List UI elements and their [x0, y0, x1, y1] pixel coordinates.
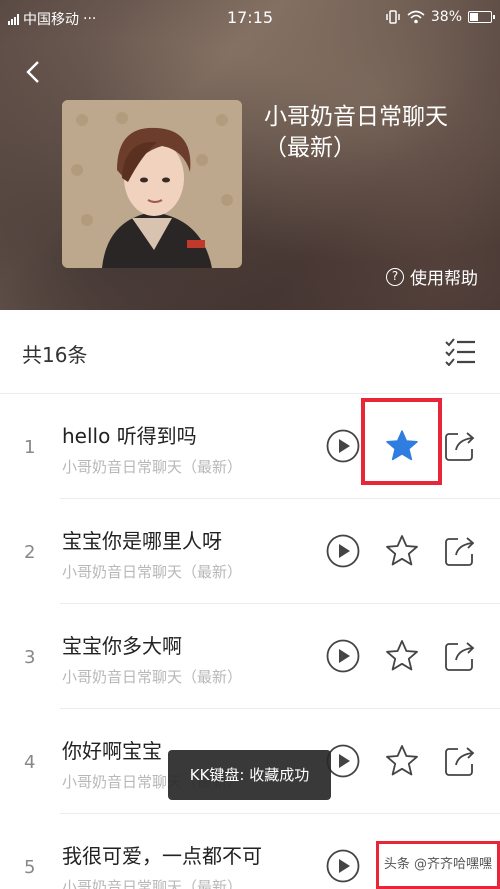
track-subtitle: 小哥奶音日常聊天（最新） [62, 563, 243, 581]
help-link[interactable]: ? 使用帮助 [386, 264, 478, 289]
share-icon[interactable] [442, 428, 478, 464]
album-cover [62, 100, 242, 268]
list-toolbar: 共16条 [0, 310, 500, 394]
track-count: 共16条 [22, 343, 88, 367]
track-number: 1 [24, 437, 36, 458]
share-icon[interactable] [442, 638, 478, 674]
track-subtitle: 小哥奶音日常聊天（最新） [62, 668, 243, 686]
track-subtitle: 小哥奶音日常聊天（最新） [62, 878, 243, 889]
status-right: 38% [385, 9, 495, 25]
track-title: hello 听得到吗 [62, 424, 197, 448]
track-number: 3 [24, 647, 36, 668]
watermark: 头条 @齐齐哈嘿嘿 [376, 841, 500, 889]
battery-icon [468, 11, 495, 23]
favorite-star-icon[interactable] [384, 638, 420, 674]
share-icon[interactable] [442, 533, 478, 569]
share-icon[interactable] [442, 743, 478, 779]
track-number: 2 [24, 542, 36, 563]
favorite-star-icon[interactable] [384, 743, 420, 779]
multi-select-list-icon[interactable] [444, 338, 476, 366]
play-button[interactable] [325, 848, 361, 884]
play-button[interactable] [325, 638, 361, 674]
album-title: 小哥奶音日常聊天（最新） [264, 104, 448, 161]
favorite-star-icon[interactable] [384, 533, 420, 569]
vibrate-icon [386, 10, 400, 24]
track-title: 宝宝你多大啊 [62, 634, 182, 658]
track-row[interactable]: 1 hello 听得到吗 小哥奶音日常聊天（最新） [0, 394, 500, 499]
back-button[interactable] [20, 58, 48, 86]
question-circle-icon: ? [386, 267, 404, 286]
track-row[interactable]: 2 宝宝你是哪里人呀 小哥奶音日常聊天（最新） [0, 499, 500, 604]
track-subtitle: 小哥奶音日常聊天（最新） [62, 458, 243, 476]
toast-message: KK键盘: 收藏成功 [168, 750, 331, 800]
track-title: 我很可爱，一点都不可 [62, 844, 262, 868]
track-row[interactable]: 3 宝宝你多大啊 小哥奶音日常聊天（最新） [0, 604, 500, 709]
status-bar: 中国移动 ··· 17:15 38% [0, 0, 500, 36]
track-title: 你好啊宝宝 [62, 739, 162, 763]
track-number: 5 [24, 857, 36, 878]
track-title: 宝宝你是哪里人呀 [62, 529, 222, 553]
favorite-star-filled-icon[interactable] [384, 428, 420, 464]
track-list: 1 hello 听得到吗 小哥奶音日常聊天（最新） 2 宝宝你是哪里人呀 小哥奶… [0, 394, 500, 889]
play-button[interactable] [325, 533, 361, 569]
help-label: 使用帮助 [410, 269, 478, 289]
battery-percent: 38% [430, 9, 462, 25]
play-button[interactable] [325, 428, 361, 464]
track-number: 4 [24, 752, 36, 773]
wifi-icon [407, 10, 425, 24]
album-header: 中国移动 ··· 17:15 38% 小哥奶音日常聊天（最新） ? 使用帮助 [0, 0, 500, 310]
